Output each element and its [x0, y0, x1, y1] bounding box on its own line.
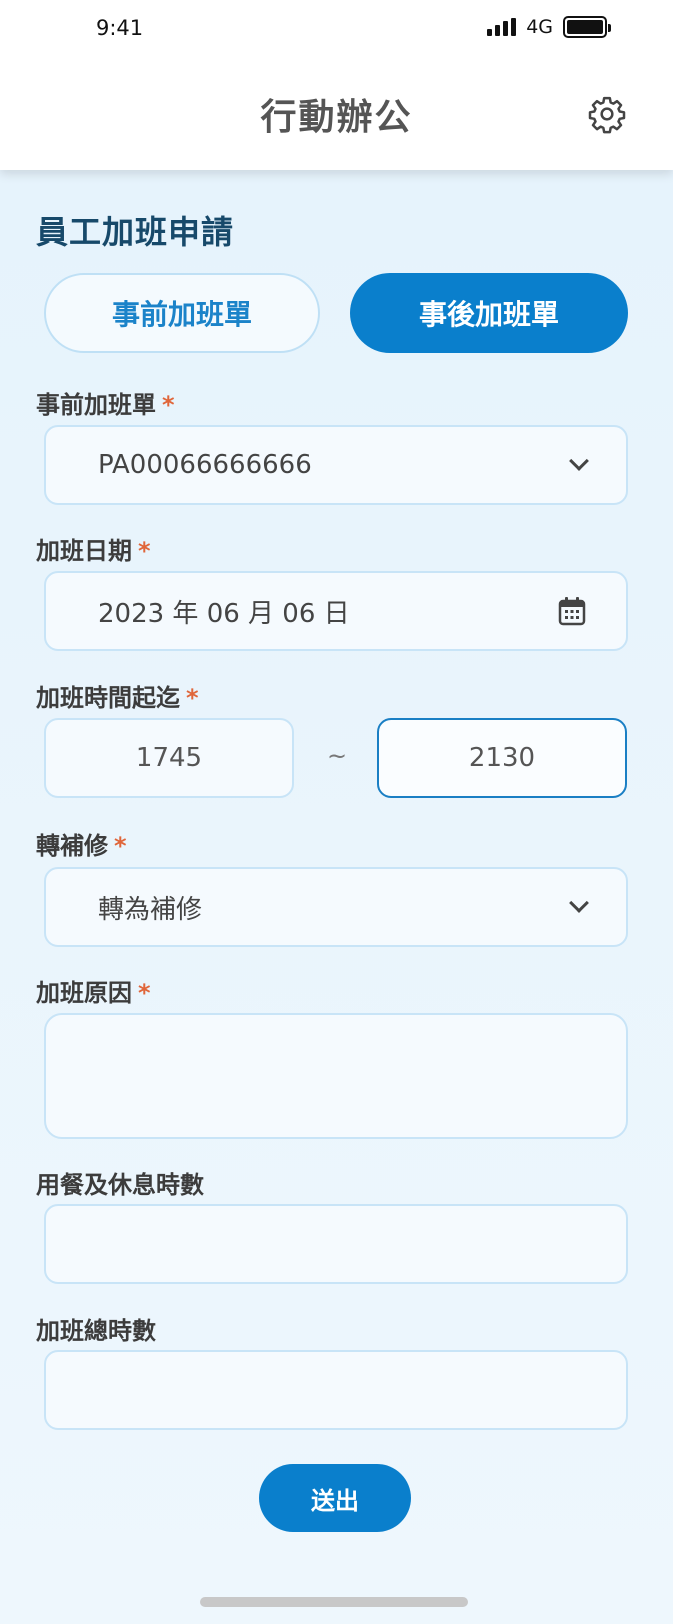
meal-rest-hours-label: 用餐及休息時數 [36, 1171, 204, 1199]
status-time: 9:41 [96, 16, 144, 40]
pre-overtime-label: 事前加班單 * [36, 385, 175, 420]
time-range-label-text: 加班時間起迄 [36, 684, 180, 712]
calendar-icon[interactable] [558, 596, 586, 626]
required-mark: * [138, 979, 151, 1007]
reason-textarea[interactable] [44, 1013, 628, 1139]
pre-overtime-select[interactable]: PA00066666666 [44, 425, 628, 505]
date-label-text: 加班日期 [36, 537, 132, 565]
total-hours-input[interactable] [44, 1350, 628, 1430]
compensation-label: 轉補修 * [36, 826, 127, 861]
compensation-select[interactable]: 轉為補修 [44, 867, 628, 947]
required-mark: * [186, 684, 199, 712]
reason-label-text: 加班原因 [36, 979, 132, 1007]
required-mark: * [138, 537, 151, 565]
compensation-value: 轉為補修 [98, 894, 203, 925]
tab-post-overtime[interactable]: 事後加班單 [350, 273, 628, 353]
app-title: 行動辦公 [260, 97, 413, 138]
time-separator: ~ [327, 742, 348, 770]
date-value: 2023 年 06 月 06 日 [98, 598, 350, 629]
compensation-label-text: 轉補修 [36, 832, 108, 860]
tab-pre-overtime[interactable]: 事前加班單 [44, 273, 320, 353]
end-time-input[interactable]: 2130 [377, 718, 627, 798]
total-hours-label: 加班總時數 [36, 1317, 156, 1345]
submit-button[interactable]: 送出 [259, 1464, 411, 1532]
signal-icon [487, 18, 517, 36]
time-range-label: 加班時間起迄 * [36, 678, 199, 713]
date-picker-field[interactable]: 2023 年 06 月 06 日 [44, 571, 628, 651]
chevron-down-icon [569, 893, 589, 913]
pre-overtime-label-text: 事前加班單 [36, 391, 156, 419]
date-label: 加班日期 * [36, 531, 151, 566]
gear-icon[interactable] [587, 94, 627, 134]
pre-overtime-value: PA00066666666 [98, 450, 312, 480]
meal-rest-hours-input[interactable] [44, 1204, 628, 1284]
required-mark: * [162, 391, 175, 419]
reason-label: 加班原因 * [36, 973, 151, 1008]
top-bar: 9:41 4G 行動辦公 [0, 0, 673, 170]
battery-icon [563, 16, 611, 38]
page-title: 員工加班申請 [36, 213, 235, 251]
chevron-down-icon [569, 451, 589, 471]
required-mark: * [114, 832, 127, 860]
network-type: 4G [526, 16, 553, 38]
status-indicators: 4G [487, 16, 611, 38]
start-time-input[interactable]: 1745 [44, 718, 294, 798]
home-indicator[interactable] [200, 1597, 468, 1607]
